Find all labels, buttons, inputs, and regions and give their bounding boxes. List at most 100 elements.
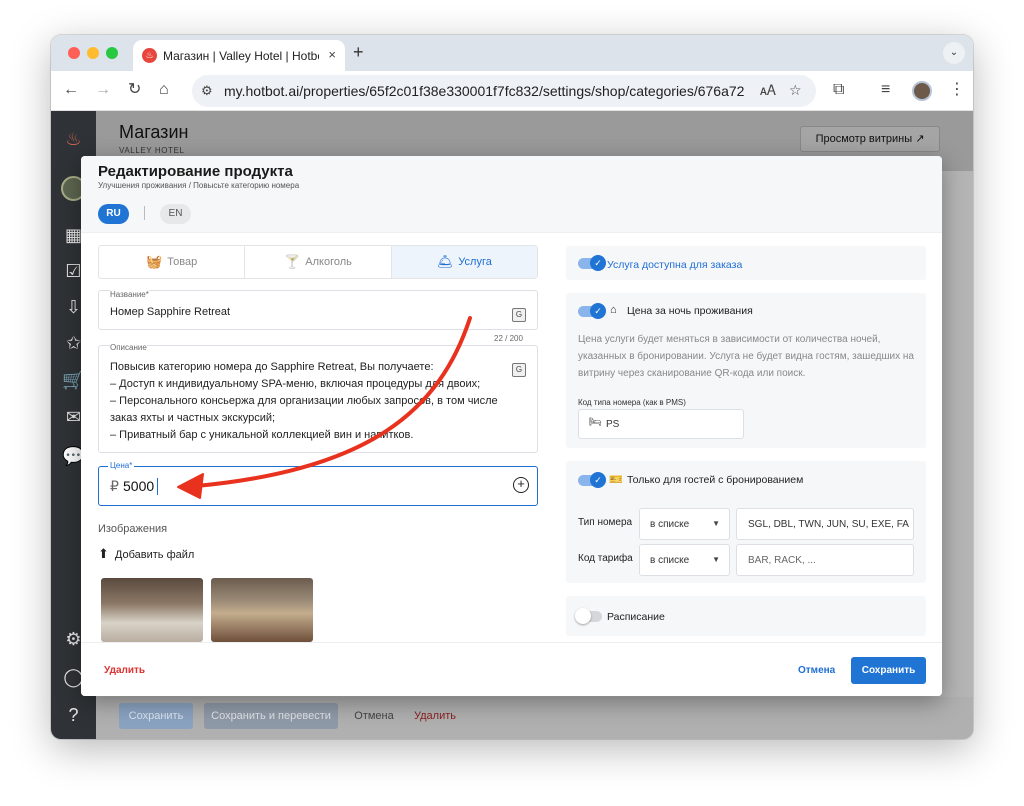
rate-code-operator-select[interactable]: в списке ▼ bbox=[639, 544, 730, 576]
address-bar[interactable]: ⚙ my.hotbot.ai/properties/65f2c01f38e330… bbox=[192, 75, 816, 107]
guests-only-card: ✓ 🎫 Только для гостей с бронированием Ти… bbox=[566, 461, 926, 583]
reload-icon[interactable]: ↻ bbox=[128, 81, 141, 99]
room-type-operator-value: в списке bbox=[650, 519, 690, 530]
per-night-label: Цена за ночь проживания bbox=[627, 305, 753, 317]
name-field[interactable]: Название* Номер Sapphire Retreat G bbox=[98, 290, 538, 330]
zoom-window-button[interactable] bbox=[106, 47, 118, 59]
name-field-value[interactable]: Номер Sapphire Retreat bbox=[110, 306, 230, 318]
modal-header: Редактирование продукта Улучшения прожив… bbox=[81, 156, 942, 233]
schedule-toggle[interactable] bbox=[575, 608, 602, 624]
price-value[interactable]: 5000 bbox=[123, 478, 154, 494]
cocktail-icon: 🍸 bbox=[284, 254, 301, 269]
price-field-label: Цена* bbox=[108, 461, 135, 470]
check-icon: ✓ bbox=[590, 303, 606, 319]
media-control-icon[interactable]: ≡ bbox=[881, 81, 890, 99]
browser-window: ♨ Магазин | Valley Hotel | Hotbot × + ⌄ … bbox=[51, 35, 973, 739]
tab-search-chevron-icon[interactable]: ⌄ bbox=[943, 42, 965, 64]
text-caret bbox=[157, 478, 158, 495]
guests-only-toggle[interactable]: ✓ bbox=[578, 472, 606, 488]
modal-title: Редактирование продукта bbox=[98, 163, 293, 180]
extensions-icon[interactable]: ⧉ bbox=[833, 81, 844, 99]
per-night-description: Цена услуги будет меняться в зависимости… bbox=[578, 334, 914, 379]
translate-description-icon[interactable]: G bbox=[512, 363, 526, 377]
minimize-window-button[interactable] bbox=[87, 47, 99, 59]
new-tab-button[interactable]: + bbox=[353, 43, 364, 61]
check-icon: ✓ bbox=[590, 472, 606, 488]
currency-symbol: ₽ bbox=[110, 478, 119, 494]
app-area: ♨ ▦ ☑ ⇩ ✩ 🛒 ✉ 💬 ⚙ ◯ ? Магазин VALLEY HOT… bbox=[51, 111, 973, 739]
browser-toolbar: ← → ↻ ⌂ ⚙ my.hotbot.ai/properties/65f2c0… bbox=[51, 71, 973, 111]
schedule-label: Расписание bbox=[607, 611, 665, 623]
hotbot-logo-icon[interactable]: ♨ bbox=[61, 127, 86, 151]
per-night-toggle[interactable]: ✓ bbox=[578, 303, 606, 319]
upload-file-button[interactable]: ⬆ Добавить файл bbox=[98, 546, 194, 562]
bed-icon: 🛏 bbox=[589, 417, 602, 428]
page-subtitle: VALLEY HOTEL bbox=[119, 146, 185, 155]
description-field[interactable]: Описание Повысив категорию номера до Sap… bbox=[98, 343, 538, 453]
page-save-button[interactable]: Сохранить bbox=[119, 703, 193, 729]
rate-code-placeholder: BAR, RACK, ... bbox=[748, 555, 816, 566]
room-code-value[interactable]: PS bbox=[606, 419, 619, 430]
product-image-thumbnail[interactable] bbox=[211, 578, 313, 642]
language-ru-button[interactable]: RU bbox=[98, 204, 129, 224]
site-settings-icon[interactable]: ⚙ bbox=[201, 83, 213, 99]
availability-toggle[interactable]: ✓ bbox=[578, 255, 606, 271]
preview-storefront-button[interactable]: Просмотр витрины ↗ bbox=[800, 126, 940, 152]
description-counter: 22 / 200 bbox=[494, 334, 523, 343]
room-type-value[interactable]: SGL, DBL, TWN, JUN, SU, EXE, FA bbox=[748, 519, 910, 530]
per-night-card: ✓ ⌂ Цена за ночь проживания Цена услуги … bbox=[566, 293, 926, 448]
language-en-button[interactable]: EN bbox=[160, 204, 191, 224]
upload-icon: ⬆ bbox=[98, 546, 109, 561]
product-image-thumbnail[interactable] bbox=[101, 578, 203, 642]
breadcrumb: Улучшения проживания / Повысьте категори… bbox=[98, 181, 300, 190]
room-code-label: Код типа номера (как в PMS) bbox=[578, 398, 686, 407]
guests-only-label: Только для гостей с бронированием bbox=[627, 474, 804, 486]
price-field[interactable]: Цена* ₽ 5000 + bbox=[98, 461, 538, 506]
tab-title: Магазин | Valley Hotel | Hotbot bbox=[163, 49, 319, 63]
help-icon[interactable]: ? bbox=[61, 703, 86, 727]
ticket-icon: 🎫 bbox=[609, 474, 623, 486]
check-icon: ✓ bbox=[590, 255, 606, 271]
add-price-icon[interactable]: + bbox=[513, 477, 529, 493]
page-action-bar: Сохранить Сохранить и перевести Отмена У… bbox=[96, 697, 973, 739]
room-code-input[interactable]: 🛏 PS bbox=[578, 409, 744, 439]
back-arrow-icon[interactable]: ← bbox=[63, 81, 79, 99]
rate-code-label: Код тарифа bbox=[578, 553, 633, 564]
modal-save-button[interactable]: Сохранить bbox=[851, 657, 926, 684]
page-title: Магазин bbox=[119, 122, 189, 142]
page-delete-button[interactable]: Удалить bbox=[410, 703, 460, 729]
dropdown-arrow-icon: ▼ bbox=[712, 519, 720, 528]
browser-menu-icon[interactable]: ⋮ bbox=[949, 81, 965, 99]
upload-label: Добавить файл bbox=[114, 549, 195, 561]
tab-service-label: Услуга bbox=[458, 256, 492, 268]
tab-product[interactable]: 🧺 Товар bbox=[99, 246, 246, 278]
name-field-label: Название* bbox=[110, 290, 149, 299]
browser-tab[interactable]: ♨ Магазин | Valley Hotel | Hotbot × bbox=[133, 40, 345, 71]
tab-close-icon[interactable]: × bbox=[328, 48, 336, 62]
modal-cancel-button[interactable]: Отмена bbox=[798, 665, 835, 676]
tab-alcohol[interactable]: 🍸 Алкоголь bbox=[245, 246, 392, 278]
room-type-label: Тип номера bbox=[578, 517, 633, 528]
edit-product-modal: Редактирование продукта Улучшения прожив… bbox=[81, 156, 942, 696]
tab-service[interactable]: 🛎 Услуга bbox=[391, 246, 537, 278]
home-icon[interactable]: ⌂ bbox=[159, 81, 169, 99]
page-cancel-button[interactable]: Отмена bbox=[352, 703, 396, 729]
tab-product-label: Товар bbox=[167, 256, 198, 268]
translate-icon[interactable]: 🗚 bbox=[760, 82, 776, 99]
room-type-operator-select[interactable]: в списке ▼ bbox=[639, 508, 730, 540]
forward-arrow-icon[interactable]: → bbox=[95, 81, 111, 99]
room-type-input[interactable]: SGL, DBL, TWN, JUN, SU, EXE, FA bbox=[736, 508, 914, 540]
description-text[interactable]: Повысив категорию номера до Sapphire Ret… bbox=[110, 359, 520, 444]
bookmark-star-icon[interactable]: ☆ bbox=[789, 82, 802, 99]
modal-delete-button[interactable]: Удалить bbox=[104, 665, 145, 676]
translate-name-icon[interactable]: G bbox=[512, 308, 526, 322]
close-window-button[interactable] bbox=[68, 47, 80, 59]
rate-code-input[interactable]: BAR, RACK, ... bbox=[736, 544, 914, 576]
page-save-translate-button[interactable]: Сохранить и перевести bbox=[204, 703, 338, 729]
url-text[interactable]: my.hotbot.ai/properties/65f2c01f38e33000… bbox=[224, 83, 744, 99]
hotbot-favicon-icon: ♨ bbox=[142, 48, 157, 63]
schedule-card: Расписание bbox=[566, 596, 926, 636]
service-icon: 🛎 bbox=[436, 254, 454, 269]
availability-card: ✓ Услуга доступна для заказа bbox=[566, 246, 926, 280]
profile-avatar[interactable] bbox=[912, 81, 932, 101]
